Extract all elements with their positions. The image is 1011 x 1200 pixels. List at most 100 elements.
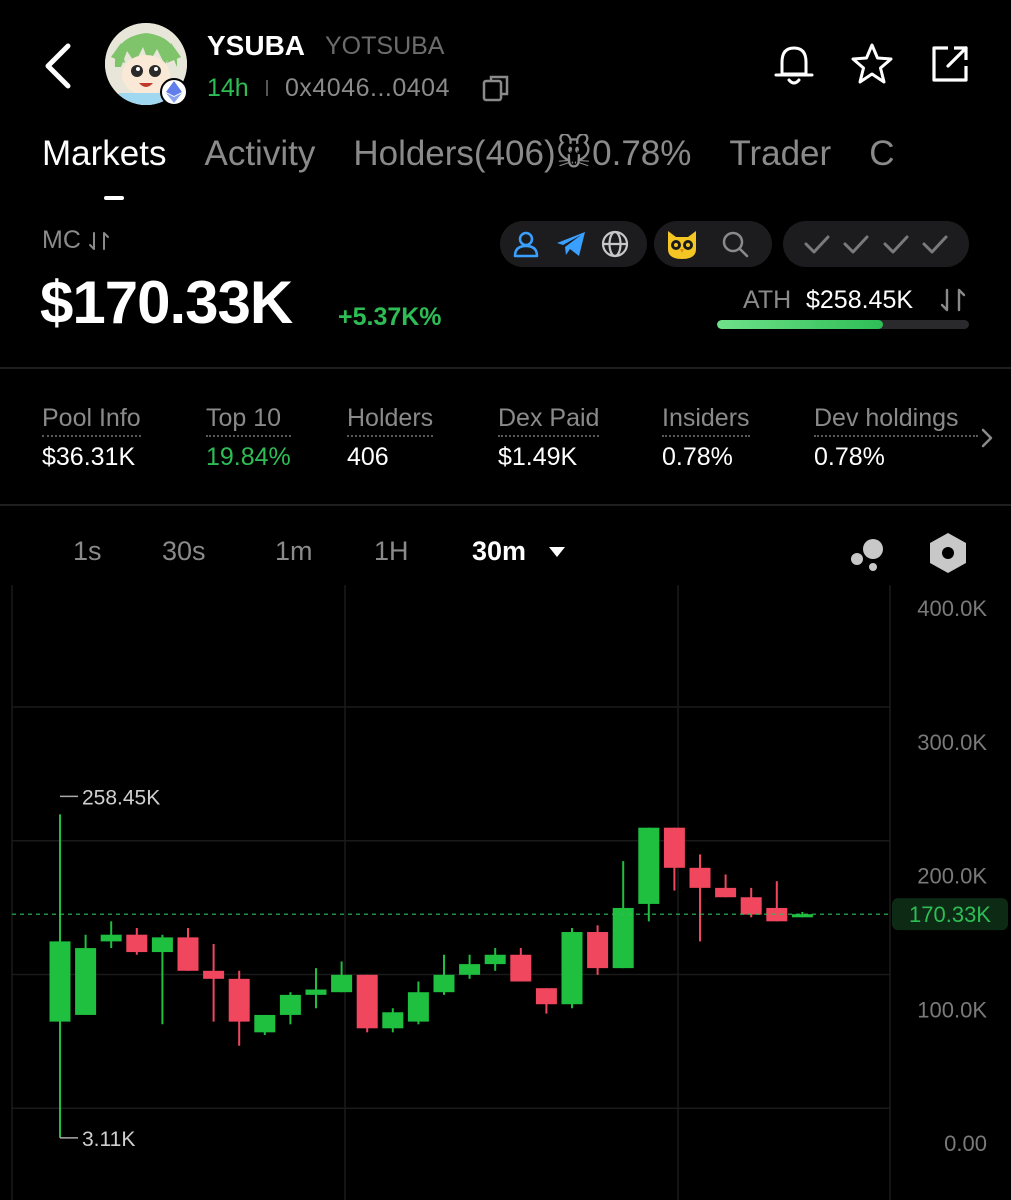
min-label: 3.11K xyxy=(82,1128,135,1151)
check-icon xyxy=(922,235,948,254)
ath-progress-bar xyxy=(717,320,969,329)
stat-label: Insiders xyxy=(662,404,750,437)
candle-body xyxy=(228,978,250,1022)
candle-body xyxy=(587,932,609,969)
candle-body xyxy=(382,1012,404,1029)
candle-body xyxy=(535,988,557,1005)
candle-body xyxy=(740,897,762,915)
bell-icon[interactable] xyxy=(770,40,818,88)
check-icon xyxy=(804,235,830,254)
stat-value: 19.84% xyxy=(206,443,291,471)
candle-body xyxy=(715,887,737,898)
tab-more[interactable]: C xyxy=(869,134,894,184)
stat-value: 0.78% xyxy=(662,443,733,471)
owl-icon[interactable] xyxy=(664,227,700,261)
timeframe-30s[interactable]: 30s xyxy=(162,536,206,567)
check-icon xyxy=(843,235,869,254)
divider xyxy=(0,504,1011,506)
candle-body xyxy=(561,932,583,1005)
star-icon[interactable] xyxy=(848,40,896,88)
security-checks[interactable] xyxy=(783,221,969,267)
stat-value: 0.78% xyxy=(814,443,885,471)
candle-body xyxy=(75,948,97,1015)
price-chart[interactable]: 400.0K 300.0K 200.0K 100.0K 0.00 258.45K 3.11K… xyxy=(0,585,1011,1200)
active-tab-indicator xyxy=(104,196,124,200)
audit-links xyxy=(654,221,772,267)
bubbles-icon[interactable] xyxy=(845,533,887,575)
candle-body xyxy=(279,994,301,1015)
timeframe-1m[interactable]: 1m xyxy=(275,536,313,567)
stat-insiders[interactable]: Insiders 0.78% xyxy=(662,404,750,472)
timeframe-1h[interactable]: 1H xyxy=(374,536,409,567)
token-symbol: YSUBA xyxy=(207,30,306,61)
y-tick-label: 0.00 xyxy=(944,1131,987,1156)
stat-pool-info[interactable]: Pool Info $36.31K xyxy=(42,404,141,472)
candle-body xyxy=(510,954,532,982)
market-cap-change: +5.37K% xyxy=(338,303,442,331)
stat-holders[interactable]: Holders 406 xyxy=(347,404,434,472)
ath-value: $258.45K xyxy=(806,286,914,314)
separator xyxy=(266,80,268,96)
candle-body xyxy=(612,907,634,969)
stat-label: Dev holdings xyxy=(814,404,978,437)
candle-body xyxy=(203,970,225,979)
y-tick-label: 200.0K xyxy=(917,864,987,889)
timeframe-1s[interactable]: 1s xyxy=(73,536,102,567)
stat-value: $1.49K xyxy=(498,443,578,471)
candle-body xyxy=(356,974,378,1029)
candle-body xyxy=(638,827,660,904)
candle-body xyxy=(100,934,122,942)
y-tick-label: 300.0K xyxy=(917,730,987,755)
candle-body xyxy=(254,1014,276,1033)
tab-holders[interactable]: Holders(406)🐭0.78% xyxy=(353,134,691,184)
ath-label: ATH xyxy=(743,286,792,314)
token-age: 14h xyxy=(207,74,249,102)
divider xyxy=(0,367,1011,369)
token-address[interactable]: 0x4046...0404 xyxy=(285,74,450,103)
candle-body xyxy=(126,934,148,953)
stat-label: Holders xyxy=(347,404,434,437)
telegram-icon[interactable] xyxy=(555,230,587,258)
copy-icon[interactable] xyxy=(482,74,510,102)
y-tick-label: 400.0K xyxy=(917,596,987,621)
current-price-label: 170.33K xyxy=(909,902,991,927)
y-tick-label: 100.0K xyxy=(917,997,987,1022)
ath-progress-fill xyxy=(717,320,884,329)
stat-value: $36.31K xyxy=(42,443,136,471)
user-icon[interactable] xyxy=(512,230,540,258)
stat-label: Dex Paid xyxy=(498,404,600,437)
tab-markets[interactable]: Markets xyxy=(42,134,166,184)
candle-body xyxy=(49,941,71,1022)
globe-icon[interactable] xyxy=(600,229,630,259)
candle-body xyxy=(151,937,173,953)
stat-label: Top 10 xyxy=(206,404,291,437)
sort-icon[interactable] xyxy=(938,286,968,314)
max-label: 258.45K xyxy=(82,786,160,809)
tab-trader[interactable]: Trader xyxy=(729,134,831,184)
settings-hex-icon[interactable] xyxy=(928,531,968,575)
caret-down-icon[interactable] xyxy=(548,545,566,559)
timeframe-30m[interactable]: 30m xyxy=(472,536,526,567)
candle-body xyxy=(177,937,199,971)
stat-dev-holdings[interactable]: Dev holdings 0.78% xyxy=(814,404,978,472)
candle-body xyxy=(663,827,685,868)
market-cap-value: $170.33K xyxy=(40,269,293,336)
candle-body xyxy=(791,914,813,918)
stat-top10[interactable]: Top 10 19.84% xyxy=(206,404,291,472)
share-icon[interactable] xyxy=(926,40,974,88)
candle-body xyxy=(459,964,481,975)
ethereum-icon xyxy=(160,78,188,106)
market-cap-label[interactable]: MC xyxy=(42,226,111,255)
chevron-right-icon[interactable] xyxy=(975,424,999,452)
stat-value: 406 xyxy=(347,443,389,471)
tab-activity[interactable]: Activity xyxy=(204,134,315,184)
search-icon[interactable] xyxy=(720,229,750,259)
candle-body xyxy=(689,867,711,888)
candle-body xyxy=(407,992,429,1022)
social-links xyxy=(500,221,647,267)
sort-icon xyxy=(88,231,109,250)
stat-dex-paid[interactable]: Dex Paid $1.49K xyxy=(498,404,600,472)
tab-bar: Markets Activity Holders(406)🐭0.78% Trad… xyxy=(42,134,972,184)
candle-body xyxy=(433,974,455,993)
chevron-left-icon[interactable] xyxy=(40,40,80,92)
